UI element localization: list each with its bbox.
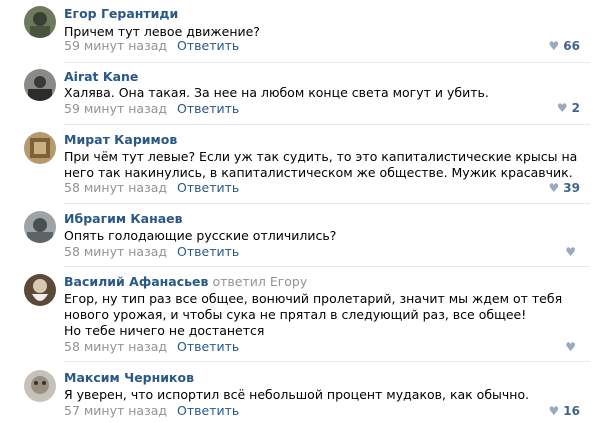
- like-button[interactable]: ♥ 16: [549, 404, 580, 418]
- reply-to-target[interactable]: Егору: [270, 274, 307, 289]
- heart-icon: ♥: [556, 101, 568, 115]
- comment: Василий Афанасьев ответил Егору Егор, ну…: [0, 266, 604, 366]
- heart-icon: ♥: [565, 340, 576, 354]
- author-name[interactable]: Егор Герантиди: [64, 6, 178, 21]
- comment-text: Я уверен, что испортил всё небольшой про…: [64, 387, 530, 402]
- comment-time[interactable]: 59 минут назад: [64, 101, 167, 116]
- reply-button[interactable]: Ответить: [177, 403, 239, 418]
- like-button[interactable]: ♥ 39: [549, 181, 580, 195]
- reply-button[interactable]: Ответить: [177, 38, 239, 53]
- comment: Максим Черников Я уверен, что испортил в…: [0, 362, 604, 423]
- heart-icon: ♥: [548, 404, 560, 418]
- like-button[interactable]: ♥: [565, 340, 580, 354]
- author-name[interactable]: Мират Каримов: [64, 132, 177, 147]
- like-button[interactable]: ♥ 66: [549, 39, 580, 53]
- comment: Airat Kane Халява. Она такая. За нее на …: [0, 63, 604, 125]
- like-button[interactable]: ♥ 2: [557, 101, 580, 115]
- avatar[interactable]: [24, 132, 56, 164]
- author-name[interactable]: Ибрагим Канаев: [64, 211, 183, 226]
- avatar[interactable]: [24, 69, 56, 101]
- author-name[interactable]: Airat Kane: [64, 69, 138, 84]
- comment-text: Опять голодающие русские отличились?: [64, 228, 337, 243]
- reply-button[interactable]: Ответить: [177, 101, 239, 116]
- comment: Мират Каримов При чём тут левые? Если уж…: [0, 125, 604, 205]
- like-count: 16: [563, 404, 580, 418]
- avatar[interactable]: [24, 6, 56, 38]
- comment-time[interactable]: 58 минут назад: [64, 180, 167, 195]
- like-count: 2: [571, 101, 580, 115]
- reply-button[interactable]: Ответить: [177, 244, 239, 259]
- reply-to-label: ответил: [212, 274, 266, 289]
- reply-button[interactable]: Ответить: [177, 339, 239, 354]
- comment: Егор Герантиди Причем тут левое движение…: [0, 0, 604, 63]
- author-name[interactable]: Василий Афанасьев: [64, 274, 208, 289]
- heart-icon: ♥: [548, 181, 560, 195]
- avatar[interactable]: [24, 370, 56, 402]
- heart-icon: ♥: [548, 39, 560, 53]
- reply-button[interactable]: Ответить: [177, 180, 239, 195]
- comment: Ибрагим Канаев Опять голодающие русские …: [0, 204, 604, 267]
- comment-text-line2: Но тебе ничего не достанется: [64, 323, 265, 338]
- author-name[interactable]: Максим Черников: [64, 370, 194, 385]
- comment-time[interactable]: 58 минут назад: [64, 244, 167, 259]
- comment-text: При чём тут левые? Если уж так судить, т…: [64, 149, 578, 180]
- comment-time[interactable]: 57 минут назад: [64, 403, 167, 418]
- avatar[interactable]: [24, 274, 56, 306]
- comment-text: Егор, ну тип раз все общее, вонючий прол…: [64, 291, 563, 322]
- comment-time[interactable]: 58 минут назад: [64, 339, 167, 354]
- avatar[interactable]: [24, 211, 56, 243]
- heart-icon: ♥: [565, 245, 576, 259]
- comment-time[interactable]: 59 минут назад: [64, 38, 167, 53]
- like-count: 39: [563, 181, 580, 195]
- comment-text: Халява. Она такая. За нее на любом конце…: [64, 85, 489, 100]
- like-count: 66: [563, 39, 580, 53]
- like-button[interactable]: ♥: [565, 245, 580, 259]
